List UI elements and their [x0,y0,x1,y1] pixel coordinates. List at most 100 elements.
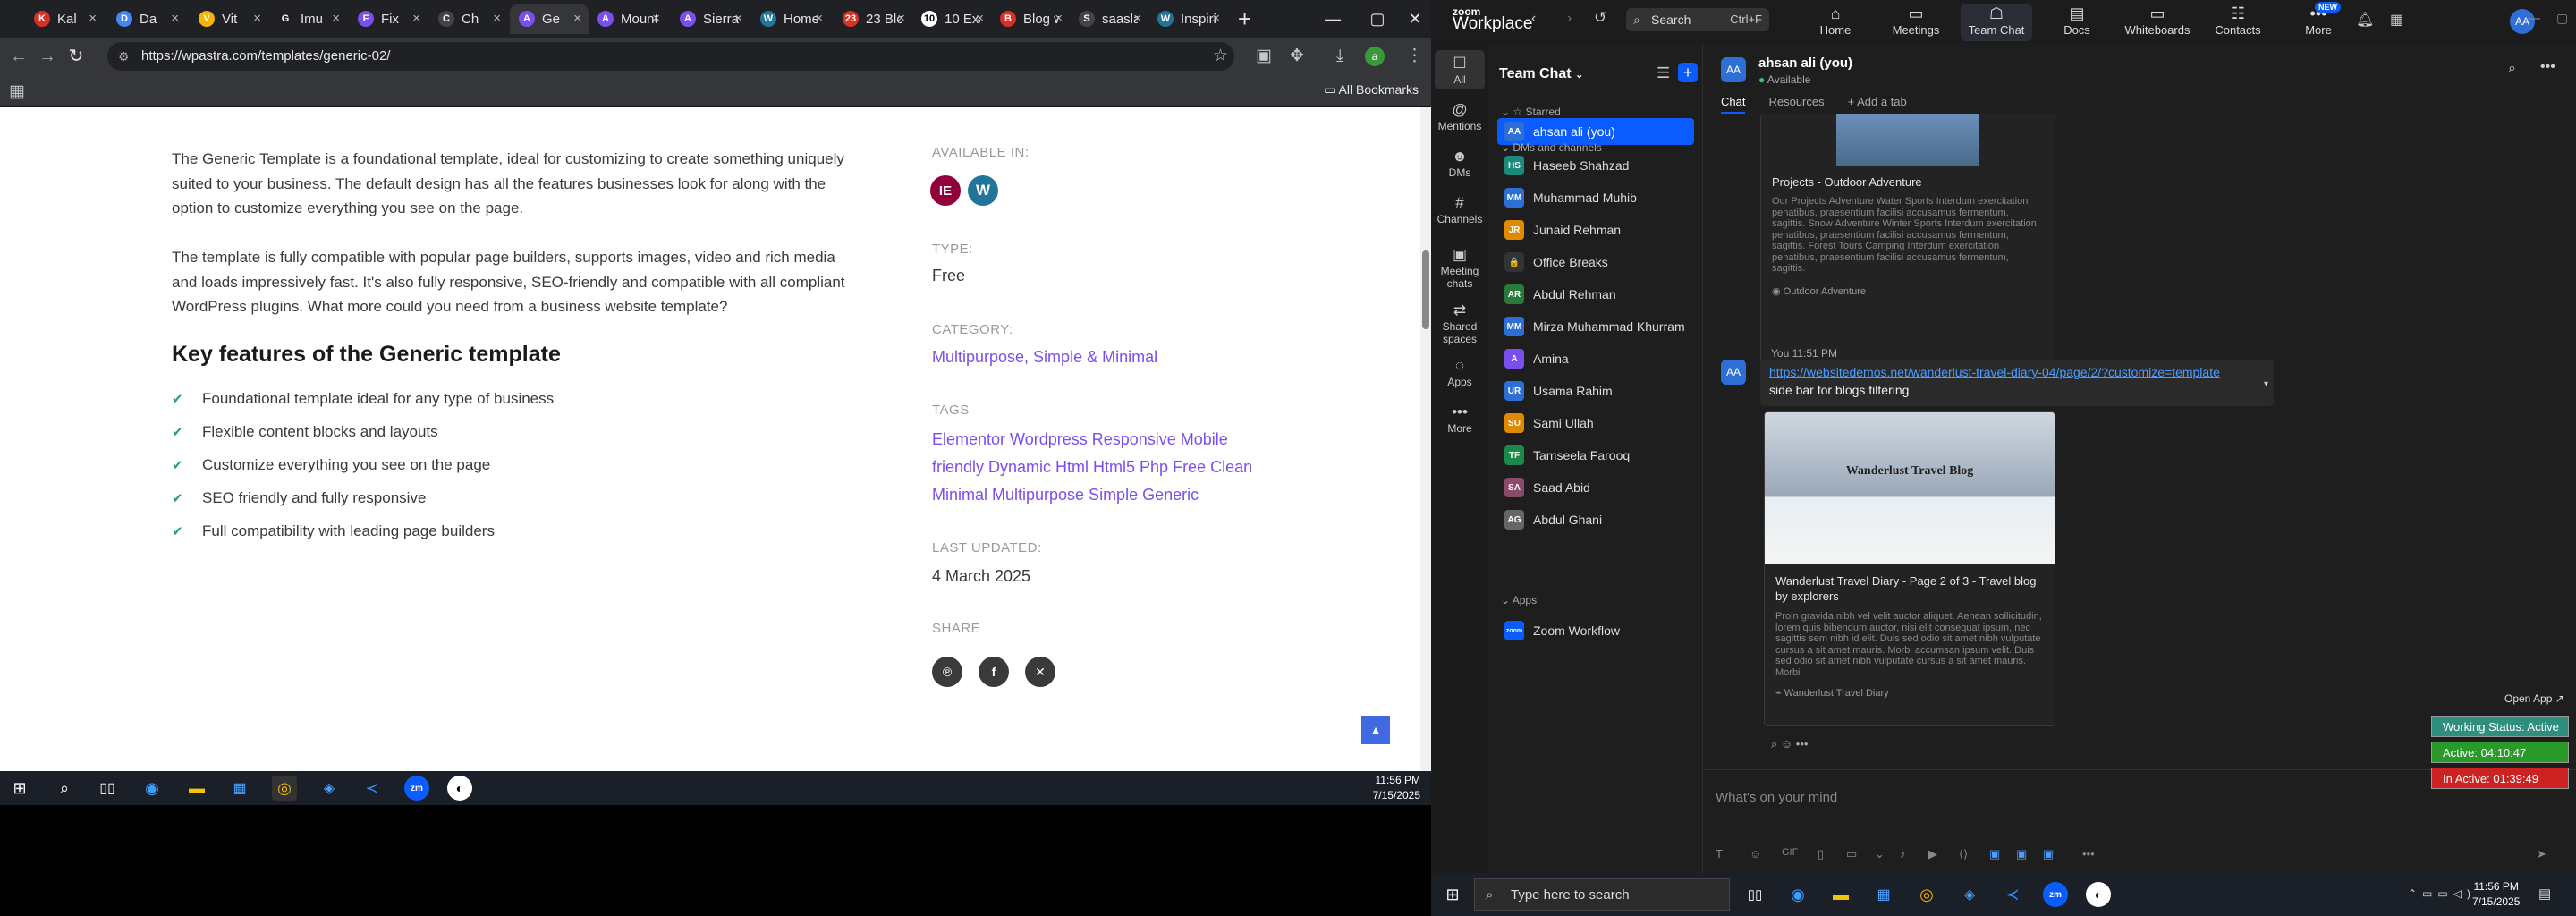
browser-tab[interactable]: F Fix × [349,4,428,34]
all-bookmarks[interactable]: ▭ All Bookmarks [1324,82,1419,98]
tag-links[interactable]: Elementor Wordpress Responsive Mobile [932,426,1290,453]
contact-item[interactable]: MM Muhammad Muhib [1497,184,1694,211]
app-circle-icon[interactable]: ◐ [447,776,472,801]
download-icon[interactable]: ⤓ [1336,47,1343,66]
browser-tab[interactable]: W Home × [751,4,830,34]
search-icon[interactable]: ⌕ [52,776,77,801]
reload-icon[interactable]: ↻ [64,45,88,68]
close-icon[interactable]: × [815,11,823,26]
edge-icon[interactable]: ◉ [140,776,165,801]
contact-item[interactable]: AG Abdul Ghani [1497,506,1694,533]
back-icon[interactable]: ‹ [1531,11,1536,27]
contact-item[interactable]: A Amina [1497,345,1694,372]
notification-icon[interactable]: ▤ [2538,886,2551,902]
task-view-icon[interactable]: ▯▯ [95,776,120,801]
close-icon[interactable]: × [89,11,97,26]
store-icon[interactable]: ▦ [1871,882,1896,907]
scrollbar-thumb[interactable] [1422,250,1429,329]
close-window-icon[interactable]: ✕ [1397,5,1431,32]
file-icon[interactable]: ▯ [1818,847,1824,861]
windows-start-icon[interactable]: ⊞ [1440,882,1465,907]
browser-tab[interactable]: Ssaaslan× [1070,4,1148,34]
rail-mentions[interactable]: @ Mentions [1435,97,1485,136]
rail-more[interactable]: ••• More [1435,399,1485,438]
history-icon[interactable]: ↺ [1594,9,1606,27]
left-clock[interactable]: 11:56 PM 7/15/2025 [1373,773,1420,803]
minimize-icon[interactable]: — [2526,11,2540,27]
new-tab-button[interactable]: + [1238,5,1251,32]
vscode-icon[interactable]: ≺ [2000,882,2025,907]
taskbar-search[interactable]: ⌕ Type here to search [1474,878,1730,911]
browser-tab[interactable]: B Blog w × [991,4,1070,34]
browser-tab[interactable]: D Da × [107,4,186,34]
search-icon[interactable]: ⌕ [2508,61,2516,77]
close-icon[interactable]: × [734,11,742,26]
file-explorer-icon[interactable]: ▬ [184,776,209,801]
x-icon[interactable]: ✕ [1025,657,1055,687]
vscode-icon[interactable]: ≺ [360,776,385,801]
rail-channels[interactable]: # Channels [1435,190,1485,229]
category-link[interactable]: Multipurpose, Simple & Minimal [932,344,1290,370]
browser-tab[interactable]: V Vit × [190,4,268,34]
mic-icon[interactable]: ♪ [1900,847,1906,861]
tab-resources[interactable]: Resources [1768,95,1824,114]
site-info-icon[interactable]: ⚙ [118,42,130,71]
close-icon[interactable]: × [253,11,261,26]
app-icon[interactable]: ◈ [317,776,342,801]
apps-grid-icon[interactable]: ▦ [9,82,25,102]
apps-section[interactable]: ⌄ Apps [1501,594,1537,606]
nav-home[interactable]: ⌂ Home [1800,4,1871,37]
wordpress-icon[interactable]: W [968,175,998,206]
nav-whiteboards[interactable]: ▭ Whiteboards [2122,4,2193,37]
profile-avatar[interactable]: a [1365,47,1385,66]
contact-item[interactable]: SU Sami Ullah [1497,410,1694,437]
rail-meeting-chats[interactable]: ▣ Meeting chats [1435,242,1485,293]
file-explorer-icon[interactable]: ▬ [1828,882,1853,907]
contact-item[interactable]: SA Saad Abid [1497,474,1694,501]
close-icon[interactable]: × [332,11,340,26]
app-icon[interactable]: ▣ [2016,847,2027,861]
starred-section[interactable]: ⌄ ☆ Starred [1501,106,1561,118]
rail-all[interactable]: ☐ All [1435,50,1485,89]
browser-tab[interactable]: A Ge × [510,4,589,34]
facebook-icon[interactable]: f [979,657,1009,687]
contact-item[interactable]: HS Haseeb Shahzad [1497,152,1694,179]
message-bubble[interactable]: https://websitedemos.net/wanderlust-trav… [1760,360,2274,406]
page-scrollbar[interactable] [1420,107,1431,771]
pinterest-icon[interactable]: ℗ [932,657,962,687]
tab-add[interactable]: + Add a tab [1848,95,1907,114]
browser-tab[interactable]: A Sierra N× [671,4,750,34]
browser-tab[interactable]: K Kal × [25,4,104,34]
browser-tab[interactable]: A Mount × [589,4,667,34]
chevron-down-icon[interactable]: ▾ [2264,379,2268,389]
extensions-puzzle-icon[interactable]: ✥ [1290,47,1304,66]
app-circle-icon[interactable]: ◐ [2086,882,2111,907]
contact-item[interactable]: TF Tamseela Farooq [1497,442,1694,469]
team-chat-title[interactable]: Team Chat ⌄ [1499,66,1583,82]
rail-shared-spaces[interactable]: ⇄ Shared spaces [1435,297,1485,349]
forward-icon[interactable]: › [1567,11,1572,27]
close-icon[interactable]: × [493,11,501,26]
chrome-icon[interactable]: ◎ [272,776,297,801]
tray-icons[interactable]: ⌃▭▭◁) [2408,887,2476,900]
code-icon[interactable]: ⟨⟩ [1959,847,1968,861]
chevron-down-icon[interactable]: ⌄ [1875,847,1885,861]
link-preview-card-1[interactable]: Projects - Outdoor Adventure Our Project… [1760,114,2055,374]
send-icon[interactable]: ➤ [2537,847,2546,861]
bookmark-star-icon[interactable]: ☆ [1213,47,1228,66]
browser-tab[interactable]: 10 10 Exan× [912,4,991,34]
composer-input[interactable]: What's on your mind [1716,790,1837,805]
more-icon[interactable]: ••• [2540,59,2555,75]
maximize-icon[interactable]: ▢ [2556,11,2568,26]
close-icon[interactable]: × [976,11,984,26]
tab-chat[interactable]: Chat [1721,95,1746,114]
url-bar[interactable]: ⚙ https://wpastra.com/templates/generic-… [107,42,1234,71]
close-icon[interactable]: × [1212,11,1220,26]
rail-dms[interactable]: ☻ DMs [1435,143,1485,182]
zoom-taskbar-icon[interactable]: zm [404,776,429,801]
contact-item[interactable]: JR Junaid Rehman [1497,216,1694,243]
filter-icon[interactable]: ☰ [1657,64,1670,82]
open-app-button[interactable]: Open App ↗ [2504,692,2564,705]
close-icon[interactable]: × [897,11,905,26]
contact-item[interactable]: AR Abdul Rehman [1497,281,1694,308]
